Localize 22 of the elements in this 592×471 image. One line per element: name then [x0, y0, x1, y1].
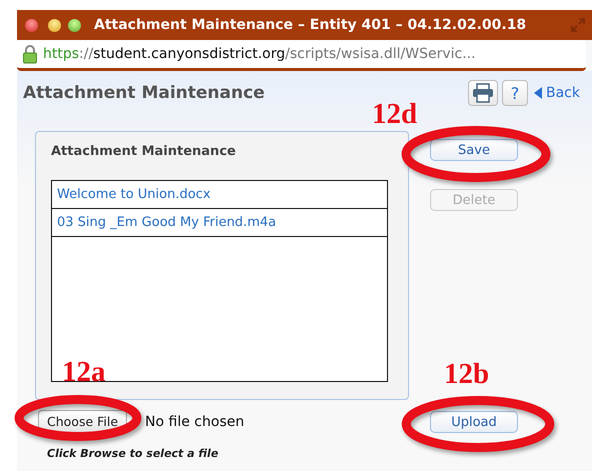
address-bar[interactable]: https://student.canyonsdistrict.org/scripts/wsisa.dll/WServic...	[17, 40, 586, 71]
back-button[interactable]: Back	[532, 85, 582, 101]
window-title: Attachment Maintenance – Entity 401 – 04.12.02.00.18	[94, 17, 528, 33]
page-title: Attachment Maintenance	[23, 83, 265, 103]
annotation-label: 12b	[444, 358, 490, 391]
file-status: No file chosen	[145, 414, 244, 430]
hint-text: Click Browse to select a file	[47, 447, 220, 460]
panel-title: Attachment Maintenance	[51, 144, 237, 161]
zoom-button[interactable]	[68, 18, 81, 32]
upload-button[interactable]: Upload	[430, 411, 518, 433]
minimize-button[interactable]	[48, 18, 61, 32]
lock-icon	[23, 44, 37, 64]
save-button[interactable]: Save	[430, 139, 518, 161]
attachment-item[interactable]: 03 Sing _Em Good My Friend.m4a	[52, 209, 387, 237]
close-button[interactable]	[25, 18, 38, 32]
help-button[interactable]: ?	[502, 80, 528, 106]
attachment-item[interactable]: Welcome to Union.docx	[52, 181, 387, 209]
back-arrow-icon	[534, 87, 542, 99]
annotation-label: 12a	[62, 356, 106, 389]
annotation-label: 12d	[372, 98, 418, 131]
url-text: https://student.canyonsdistrict.org/scripts/wsisa.dll/WServic...	[43, 46, 476, 62]
print-button[interactable]	[468, 80, 498, 106]
